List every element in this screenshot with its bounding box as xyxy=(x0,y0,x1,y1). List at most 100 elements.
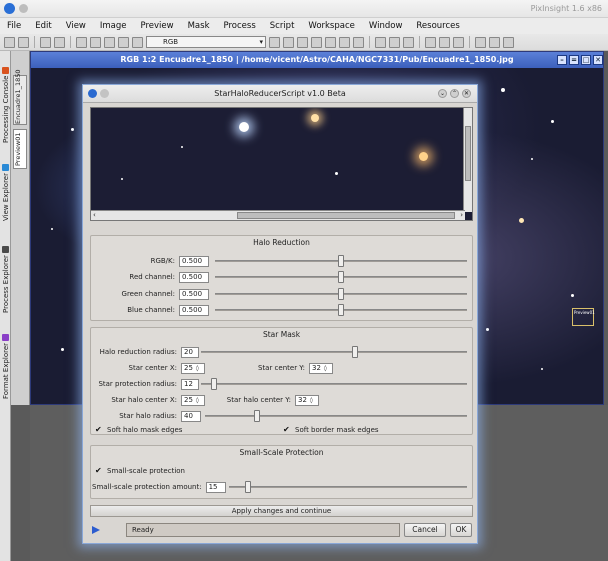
close-window-icon[interactable]: ✕ xyxy=(593,55,603,65)
channel-icon[interactable] xyxy=(269,36,280,48)
cascade-icon[interactable] xyxy=(489,36,500,48)
apply-button[interactable]: Apply changes and continue xyxy=(90,505,473,517)
star-halo-reducer-dialog: StarHaloReducerScript v1.0 Beta ⌄ ⌃ ✕ ‹ … xyxy=(82,84,478,544)
zoom-in-icon[interactable] xyxy=(389,36,400,48)
protection-radius-field[interactable]: 12 xyxy=(181,378,199,390)
iconize-window-icon[interactable]: = xyxy=(569,55,579,65)
red-channel-slider[interactable] xyxy=(215,271,467,283)
menu-mask[interactable]: Mask xyxy=(181,21,217,31)
tab-processing-console[interactable]: Processing Console xyxy=(1,55,11,143)
new-image-icon[interactable] xyxy=(40,36,51,48)
small-scale-amount-field[interactable]: 15 xyxy=(205,481,226,493)
dialog-close-icon[interactable]: ✕ xyxy=(462,89,471,98)
tab-main-view[interactable]: Encuadre1_1850 xyxy=(13,70,27,125)
halo-radius-slider[interactable] xyxy=(201,346,467,358)
small-scale-amount-slider[interactable] xyxy=(229,481,467,493)
close-image-icon[interactable] xyxy=(104,36,115,48)
move-icon[interactable] xyxy=(283,36,294,48)
halo-radius2-field[interactable]: 40 xyxy=(181,410,201,422)
tab-view-explorer[interactable]: View Explorer xyxy=(1,147,11,221)
zoom-window-icon[interactable] xyxy=(453,36,464,48)
slider-handle[interactable] xyxy=(211,378,218,390)
menu-edit[interactable]: Edit xyxy=(28,21,58,31)
zoom-out-icon[interactable] xyxy=(403,36,414,48)
spin-arrows-icon[interactable]: ◊ xyxy=(324,364,327,373)
blue-channel-field[interactable]: 0.500 xyxy=(179,304,209,316)
slider-handle[interactable] xyxy=(352,346,359,358)
spin-arrows-icon[interactable]: ◊ xyxy=(310,396,313,405)
slider-handle[interactable] xyxy=(338,271,344,283)
window-menu-icon[interactable] xyxy=(19,4,28,13)
dialog-preview-panel[interactable]: ‹ › xyxy=(90,107,473,221)
preview-marker[interactable]: Preview01 xyxy=(572,308,595,326)
fit-icon[interactable] xyxy=(297,36,308,48)
slider-handle[interactable] xyxy=(338,255,344,267)
menu-file[interactable]: File xyxy=(0,21,28,31)
slider-handle[interactable] xyxy=(338,288,344,300)
dialog-menu-icon[interactable] xyxy=(100,89,109,98)
menu-process[interactable]: Process xyxy=(217,21,263,31)
flip-icon[interactable] xyxy=(325,36,336,48)
new-instance-icon[interactable] xyxy=(92,526,100,534)
menu-image[interactable]: Image xyxy=(93,21,134,31)
menu-resources[interactable]: Resources xyxy=(409,21,466,31)
ok-button[interactable]: OK xyxy=(450,523,472,537)
properties-icon[interactable] xyxy=(132,36,143,48)
halo-radius2-slider[interactable] xyxy=(205,410,467,422)
star-center-y-spinner[interactable]: 32 ◊ xyxy=(309,362,333,374)
maximize-window-icon[interactable]: □ xyxy=(581,55,591,65)
red-channel-field[interactable]: 0.500 xyxy=(179,271,209,283)
tab-process-explorer[interactable]: Process Explorer xyxy=(1,227,11,313)
mask-icon[interactable] xyxy=(339,36,350,48)
scrollbar-thumb[interactable] xyxy=(237,212,455,219)
tab-format-explorer[interactable]: Format Explorer xyxy=(1,319,11,399)
preview-vertical-scrollbar[interactable] xyxy=(463,108,472,212)
undo-icon[interactable] xyxy=(4,36,15,48)
zoom-fit-icon[interactable] xyxy=(439,36,450,48)
preview-icon[interactable] xyxy=(353,36,364,48)
rgbk-field[interactable]: 0.500 xyxy=(179,255,209,267)
color-space-select[interactable]: RGB xyxy=(146,36,266,48)
save-icon[interactable] xyxy=(76,36,87,48)
iconize-icon[interactable] xyxy=(503,36,514,48)
zoom-1-1-icon[interactable] xyxy=(425,36,436,48)
menu-workspace[interactable]: Workspace xyxy=(301,21,361,31)
open-icon[interactable] xyxy=(54,36,65,48)
slider-handle[interactable] xyxy=(245,481,252,493)
spin-arrows-icon[interactable]: ◊ xyxy=(196,364,199,373)
blue-channel-slider[interactable] xyxy=(215,304,467,316)
scrollbar-thumb[interactable] xyxy=(465,126,471,181)
menu-window[interactable]: Window xyxy=(362,21,410,31)
scroll-right-icon[interactable]: › xyxy=(460,211,463,219)
protection-radius-slider[interactable] xyxy=(201,378,467,390)
green-channel-slider[interactable] xyxy=(215,288,467,300)
menu-script[interactable]: Script xyxy=(263,21,302,31)
dialog-maximize-icon[interactable]: ⌃ xyxy=(450,89,459,98)
spin-arrows-icon[interactable]: ◊ xyxy=(196,396,199,405)
rotate-icon[interactable] xyxy=(311,36,322,48)
soft-border-checkbox[interactable]: ✔ Soft border mask edges xyxy=(283,426,379,435)
shade-window-icon[interactable]: – xyxy=(557,55,567,65)
halo-center-y-spinner[interactable]: 32 ◊ xyxy=(295,394,319,406)
green-channel-field[interactable]: 0.500 xyxy=(179,288,209,300)
star-center-x-spinner[interactable]: 25 ◊ xyxy=(181,362,205,374)
duplicate-icon[interactable] xyxy=(118,36,129,48)
halo-center-x-spinner[interactable]: 25 ◊ xyxy=(181,394,205,406)
pointer-icon[interactable] xyxy=(375,36,386,48)
soft-halo-checkbox[interactable]: ✔ Soft halo mask edges xyxy=(95,426,182,435)
scroll-left-icon[interactable]: ‹ xyxy=(93,211,96,219)
halo-radius-field[interactable]: 20 xyxy=(181,346,199,358)
slider-handle[interactable] xyxy=(338,304,344,316)
preview-horizontal-scrollbar[interactable]: ‹ › xyxy=(91,210,465,220)
rgbk-slider[interactable] xyxy=(215,255,467,267)
save-as-icon[interactable] xyxy=(90,36,101,48)
dialog-shade-icon[interactable]: ⌄ xyxy=(438,89,447,98)
menu-view[interactable]: View xyxy=(59,21,93,31)
menu-preview[interactable]: Preview xyxy=(134,21,181,31)
slider-handle[interactable] xyxy=(254,410,261,422)
tab-preview01[interactable]: Preview01 xyxy=(13,129,27,169)
small-scale-checkbox[interactable]: ✔ Small-scale protection xyxy=(95,467,185,476)
cancel-button[interactable]: Cancel xyxy=(404,523,446,537)
redo-icon[interactable] xyxy=(18,36,29,48)
tile-icon[interactable] xyxy=(475,36,486,48)
